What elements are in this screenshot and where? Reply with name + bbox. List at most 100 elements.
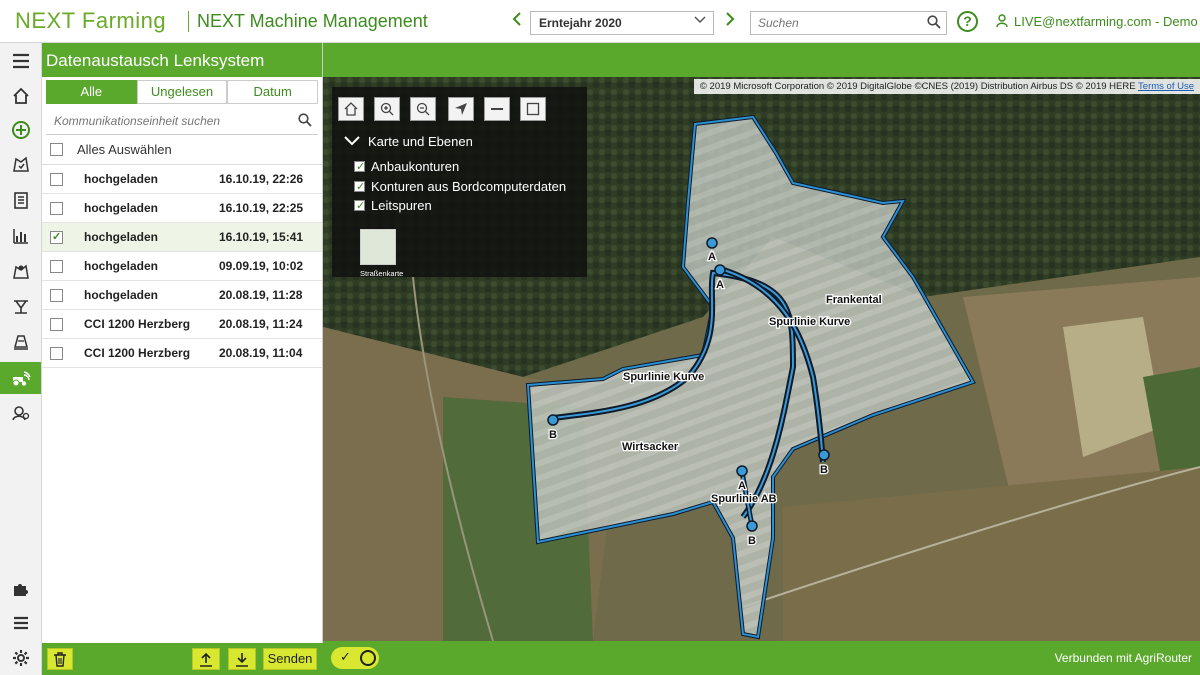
delete-button[interactable] [47,648,73,670]
item-date: 20.08.19, 11:04 [219,346,303,360]
tab-alle[interactable]: Alle [46,80,137,104]
list-item[interactable]: hochgeladen 16.10.19, 15:41 [42,223,322,252]
connection-toggle[interactable]: ✓ [331,647,379,669]
bar-chart-icon[interactable] [0,221,41,250]
layers-panel: Karte und Ebenen Anbaukonturen Konturen … [332,87,587,278]
layers-title: Karte und Ebenen [368,134,473,149]
user-icon [996,14,1008,31]
row-checkbox[interactable] [50,230,63,244]
year-select[interactable]: Erntejahr 2020 [530,11,714,35]
point-b-3[interactable] [746,520,758,532]
field-map-icon[interactable] [0,149,41,178]
item-name: CCI 1200 Herzberg [84,317,191,331]
download-button[interactable] [228,648,256,670]
search-icon[interactable] [927,15,941,34]
list-item[interactable]: hochgeladen 16.10.19, 22:25 [42,194,322,223]
previous-year-button[interactable] [510,12,524,30]
locate-button[interactable] [448,97,474,121]
zoom-out-icon [416,102,430,116]
next-year-button[interactable] [723,12,737,30]
layer-item[interactable]: Leitspuren [354,198,432,213]
square-icon [526,102,540,116]
upload-button[interactable] [192,648,220,670]
chevron-right-icon [726,12,735,26]
row-checkbox[interactable] [50,317,63,331]
map-attribution: © 2019 Microsoft Corporation © 2019 Digi… [693,79,1200,94]
home-view-button[interactable] [338,97,364,121]
send-button[interactable]: Senden [263,648,317,670]
exchange-panel: Datenaustausch Lenksystem Alle Ungelesen… [42,43,323,675]
top-bar: NEXT Farming NEXT Machine Management Ern… [0,0,1200,43]
select-all-checkbox[interactable] [50,143,63,156]
clipboard-icon[interactable] [0,185,41,214]
panel-footer: Senden [42,643,323,675]
item-name: hochgeladen [84,259,159,273]
zoom-in-button[interactable] [374,97,400,121]
list-item[interactable]: hochgeladen 16.10.19, 22:26 [42,165,322,194]
point-label-a-2: A [716,279,724,291]
terms-of-use-link[interactable]: Terms of Use [1138,81,1194,92]
layer-checkbox[interactable] [354,180,365,193]
logo[interactable]: NEXT Farming [15,8,166,34]
help-icon[interactable]: ? [957,11,978,32]
point-label-b-1: B [549,429,557,441]
basemap-thumbnail[interactable] [360,229,396,265]
year-select-value: Erntejahr 2020 [539,16,622,30]
layer-checkbox[interactable] [354,199,365,212]
row-checkbox[interactable] [50,259,63,273]
list-icon[interactable] [0,608,41,637]
item-name: CCI 1200 Herzberg [84,346,191,360]
measure-area-button[interactable] [520,97,546,121]
user-menu[interactable]: LIVE@nextfarming.com - Demo [996,14,1198,31]
sprayer-icon[interactable] [0,292,41,321]
point-b-2[interactable] [818,449,830,461]
item-date: 09.09.19, 10:02 [219,259,304,273]
layers-toggle[interactable]: Karte und Ebenen [344,134,473,149]
row-checkbox[interactable] [50,201,63,215]
list-item[interactable]: CCI 1200 Herzberg 20.08.19, 11:04 [42,339,322,368]
list-item[interactable]: hochgeladen 20.08.19, 11:28 [42,281,322,310]
search-input[interactable] [751,12,911,34]
home-icon[interactable] [0,81,41,110]
product-title: NEXT Machine Management [188,11,428,32]
select-all-row[interactable]: Alles Auswählen [42,135,322,165]
guidance-label-ab: Spurlinie AB [711,493,777,505]
row-checkbox[interactable] [50,288,63,302]
menu-icon[interactable] [0,46,41,75]
machine-icon[interactable] [0,327,41,356]
left-nav [0,43,42,675]
item-date: 20.08.19, 11:28 [219,288,303,302]
layer-item[interactable]: Anbaukonturen [354,159,459,174]
search-icon[interactable] [298,113,312,132]
measure-line-button[interactable] [484,97,510,121]
add-icon[interactable] [0,115,41,144]
list-item[interactable]: CCI 1200 Herzberg 20.08.19, 11:24 [42,310,322,339]
select-all-label: Alles Auswählen [77,142,172,157]
point-b-1[interactable] [547,414,559,426]
connection-status: Verbunden mit AgriRouter [1054,651,1192,665]
tractor-wifi-icon[interactable] [0,362,41,394]
layer-label: Leitspuren [371,198,432,213]
point-a-1[interactable] [706,237,718,249]
point-a-3[interactable] [736,465,748,477]
settings-user-icon[interactable] [0,398,41,427]
map-pin-icon[interactable] [0,256,41,285]
layer-checkbox[interactable] [354,160,365,173]
row-checkbox[interactable] [50,172,63,186]
unit-search-input[interactable] [46,109,276,133]
row-checkbox[interactable] [50,346,63,360]
guidance-label-kurve-2: Spurlinie Kurve [769,316,850,328]
layer-item[interactable]: Konturen aus Bordcomputerdaten [354,179,566,194]
point-a-2[interactable] [714,264,726,276]
puzzle-icon[interactable] [0,574,41,603]
point-label-a-3: A [738,480,746,492]
trash-icon [54,652,66,667]
zoom-out-button[interactable] [410,97,436,121]
tab-datum[interactable]: Datum [227,80,319,104]
tab-ungelesen[interactable]: Ungelesen [136,80,228,104]
gear-icon[interactable] [0,643,41,672]
status-bar: ✓ Verbunden mit AgriRouter [323,641,1200,675]
panel-title: Datenaustausch Lenksystem [42,43,322,77]
list-item[interactable]: hochgeladen 09.09.19, 10:02 [42,252,322,281]
point-label-a-1: A [708,251,716,263]
